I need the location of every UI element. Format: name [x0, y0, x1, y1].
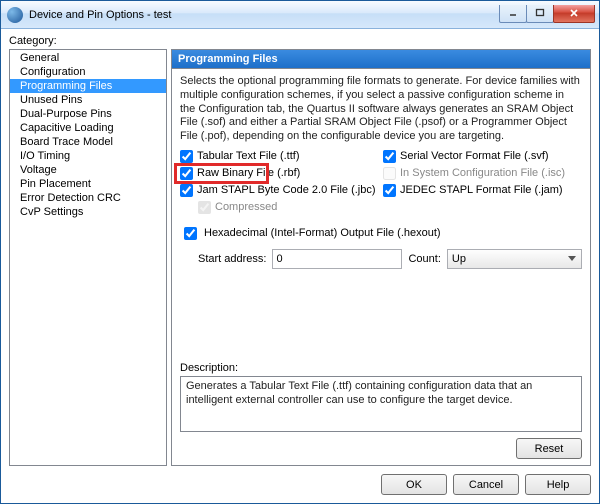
start-address-input[interactable]	[272, 249, 402, 269]
description-label: Description:	[180, 362, 582, 374]
check-svf[interactable]: Serial Vector Format File (.svf)	[383, 150, 582, 163]
category-item-programming-files[interactable]: Programming Files	[10, 79, 166, 93]
check-compressed-box	[198, 201, 211, 214]
category-list[interactable]: General Configuration Programming Files …	[9, 49, 167, 466]
check-isc-box	[383, 167, 396, 180]
check-jbc-label: Jam STAPL Byte Code 2.0 File (.jbc)	[197, 184, 376, 196]
category-item[interactable]: Voltage	[10, 163, 166, 177]
chevron-down-icon	[564, 251, 579, 266]
reset-button[interactable]: Reset	[516, 438, 582, 459]
category-item[interactable]: Capacitive Loading	[10, 121, 166, 135]
category-item[interactable]: Configuration	[10, 65, 166, 79]
category-item[interactable]: Error Detection CRC	[10, 191, 166, 205]
category-item[interactable]: Board Trace Model	[10, 135, 166, 149]
check-svf-label: Serial Vector Format File (.svf)	[400, 150, 549, 162]
close-button[interactable]	[553, 5, 595, 23]
count-label: Count:	[408, 253, 440, 265]
check-isc-label: In System Configuration File (.isc)	[400, 167, 565, 179]
check-compressed-label: Compressed	[215, 201, 277, 213]
check-jbc[interactable]: Jam STAPL Byte Code 2.0 File (.jbc)	[180, 184, 379, 197]
help-button[interactable]: Help	[525, 474, 591, 495]
count-combo[interactable]: Up	[447, 249, 582, 269]
check-hexout[interactable]: Hexadecimal (Intel-Format) Output File (…	[180, 224, 582, 243]
maximize-button[interactable]	[526, 5, 554, 23]
dialog-window: Device and Pin Options - test Category: …	[0, 0, 600, 504]
category-item[interactable]: Dual-Purpose Pins	[10, 107, 166, 121]
app-icon	[7, 7, 23, 23]
check-hexout-label: Hexadecimal (Intel-Format) Output File (…	[204, 227, 441, 239]
category-item[interactable]: Unused Pins	[10, 93, 166, 107]
category-item[interactable]: General	[10, 51, 166, 65]
check-jam[interactable]: JEDEC STAPL Format File (.jam)	[383, 184, 582, 197]
check-ttf-label: Tabular Text File (.ttf)	[197, 150, 300, 162]
check-isc: In System Configuration File (.isc)	[383, 167, 582, 180]
minimize-button[interactable]	[499, 5, 527, 23]
check-hexout-box[interactable]	[184, 227, 197, 240]
check-ttf[interactable]: Tabular Text File (.ttf)	[180, 150, 379, 163]
count-value: Up	[452, 253, 466, 265]
check-rbf-label: Raw Binary File (.rbf)	[197, 167, 300, 179]
check-jbc-box[interactable]	[180, 184, 193, 197]
dialog-footer: OK Cancel Help	[1, 474, 599, 503]
window-controls	[500, 5, 595, 25]
check-rbf[interactable]: Raw Binary File (.rbf)	[180, 167, 379, 180]
ok-button[interactable]: OK	[381, 474, 447, 495]
check-ttf-box[interactable]	[180, 150, 193, 163]
check-svf-box[interactable]	[383, 150, 396, 163]
panel-title: Programming Files	[171, 49, 591, 68]
panel-intro: Selects the optional programming file fo…	[180, 75, 582, 144]
check-jam-label: JEDEC STAPL Format File (.jam)	[400, 184, 563, 196]
check-rbf-box[interactable]	[180, 167, 193, 180]
window-title: Device and Pin Options - test	[29, 9, 171, 21]
check-jam-box[interactable]	[383, 184, 396, 197]
check-compressed: Compressed	[198, 201, 379, 214]
category-item[interactable]: CvP Settings	[10, 205, 166, 219]
description-text: Generates a Tabular Text File (.ttf) con…	[180, 376, 582, 432]
category-item[interactable]: Pin Placement	[10, 177, 166, 191]
category-label: Category:	[9, 35, 591, 47]
cancel-button[interactable]: Cancel	[453, 474, 519, 495]
titlebar: Device and Pin Options - test	[1, 1, 599, 29]
start-address-label: Start address:	[198, 253, 266, 265]
category-item[interactable]: I/O Timing	[10, 149, 166, 163]
panel-body: Selects the optional programming file fo…	[171, 68, 591, 466]
